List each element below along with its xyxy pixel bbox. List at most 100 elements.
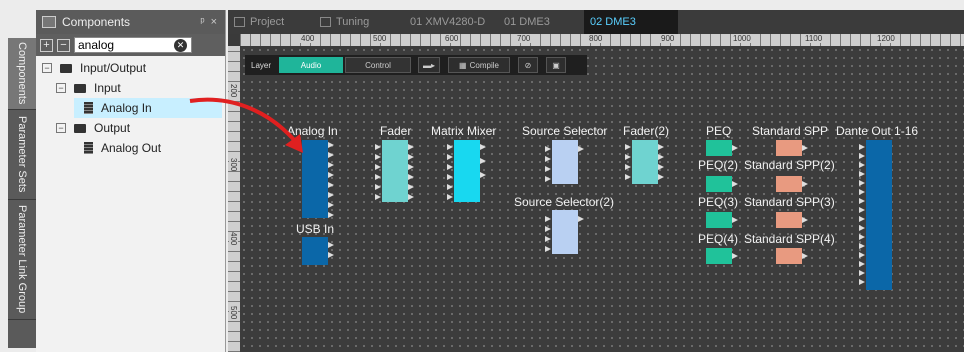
tree-item-analog-out[interactable]: Analog Out (84, 138, 161, 158)
tab-01-dme3[interactable]: 01 DME3 (498, 10, 582, 34)
port-arrow-icon[interactable] (328, 202, 334, 208)
port-arrow-icon[interactable] (447, 154, 453, 160)
port-arrow-icon[interactable] (859, 153, 865, 159)
port-arrow-icon[interactable] (480, 158, 486, 164)
tab-parameter-sets[interactable]: Parameter Sets (8, 110, 36, 200)
port-arrow-icon[interactable] (447, 184, 453, 190)
tab-project[interactable]: Project (228, 10, 310, 34)
port-arrow-icon[interactable] (328, 142, 334, 148)
port-arrow-icon[interactable] (859, 261, 865, 267)
port-arrow-icon[interactable] (328, 242, 334, 248)
standard-spp-block[interactable] (776, 140, 802, 156)
analog-in-output-ports[interactable] (328, 142, 334, 218)
matrix-mixer-output-ports[interactable] (480, 144, 486, 178)
port-arrow-icon[interactable] (545, 226, 551, 232)
port-arrow-icon[interactable] (545, 176, 551, 182)
usb-in-output-ports[interactable] (328, 242, 334, 258)
source-selector-2-output-port[interactable] (578, 216, 584, 222)
peq-3-block[interactable] (706, 212, 732, 228)
tab-parameter-link-group[interactable]: Parameter Link Group (8, 200, 36, 320)
port-arrow-icon[interactable] (625, 154, 631, 160)
layer-control-button[interactable]: Control (345, 57, 411, 73)
port-arrow-icon[interactable] (328, 252, 334, 258)
source-selector-block[interactable] (552, 140, 578, 184)
collapse-icon[interactable]: − (42, 63, 52, 73)
dante-out-input-ports[interactable] (859, 144, 865, 285)
port-arrow-icon[interactable] (375, 144, 381, 150)
peq-4-ports[interactable] (732, 253, 738, 259)
port-arrow-icon[interactable] (859, 171, 865, 177)
source-selector-input-ports[interactable] (545, 146, 551, 182)
port-arrow-icon[interactable] (328, 162, 334, 168)
port-arrow-icon[interactable] (732, 217, 738, 223)
port-arrow-icon[interactable] (328, 182, 334, 188)
port-arrow-icon[interactable] (802, 145, 808, 151)
port-arrow-icon[interactable] (658, 164, 664, 170)
analog-in-block[interactable] (302, 140, 328, 218)
port-arrow-icon[interactable] (658, 174, 664, 180)
port-arrow-icon[interactable] (408, 184, 414, 190)
collapse-icon[interactable]: − (56, 123, 66, 133)
usb-in-block[interactable] (302, 237, 328, 265)
fader-input-ports[interactable] (375, 144, 381, 200)
port-arrow-icon[interactable] (625, 164, 631, 170)
port-arrow-icon[interactable] (408, 144, 414, 150)
tab-tuning[interactable]: Tuning (314, 10, 400, 34)
peq-2-block[interactable] (706, 176, 732, 192)
tree-item-output[interactable]: − Output (56, 118, 130, 138)
tree-item-analog-in[interactable]: Analog In (74, 98, 222, 118)
fader-block[interactable] (382, 140, 408, 202)
port-arrow-icon[interactable] (447, 194, 453, 200)
source-selector-2-block[interactable] (552, 210, 578, 254)
design-canvas[interactable]: 400 500 600 700 800 900 1000 1100 1200 2… (228, 34, 964, 352)
tab-01-xmv4280-d[interactable]: 01 XMV4280-D (404, 10, 496, 34)
compile-button[interactable]: ▦ Compile (448, 57, 510, 73)
standard-spp-ports[interactable] (802, 145, 808, 151)
port-arrow-icon[interactable] (408, 154, 414, 160)
port-arrow-icon[interactable] (447, 174, 453, 180)
connect-icon[interactable]: ▬▸ (418, 57, 440, 73)
standard-spp-4-block[interactable] (776, 248, 802, 264)
port-arrow-icon[interactable] (859, 144, 865, 150)
fader-2-block[interactable] (632, 140, 658, 184)
port-arrow-icon[interactable] (732, 253, 738, 259)
port-arrow-icon[interactable] (408, 194, 414, 200)
tab-02-dme3[interactable]: 02 DME3 (584, 10, 678, 34)
standard-spp-3-block[interactable] (776, 212, 802, 228)
peq-block[interactable] (706, 140, 732, 156)
port-arrow-icon[interactable] (545, 156, 551, 162)
collapse-all-button[interactable]: − (57, 38, 70, 52)
grid-snap-icon[interactable]: ▣ (546, 57, 566, 73)
port-arrow-icon[interactable] (732, 145, 738, 151)
fader-2-output-ports[interactable] (658, 144, 664, 180)
port-arrow-icon[interactable] (658, 154, 664, 160)
collapse-icon[interactable]: − (56, 83, 66, 93)
port-arrow-icon[interactable] (859, 198, 865, 204)
port-arrow-icon[interactable] (802, 181, 808, 187)
port-arrow-icon[interactable] (859, 189, 865, 195)
standard-spp-2-block[interactable] (776, 176, 802, 192)
peq-ports[interactable] (732, 145, 738, 151)
port-arrow-icon[interactable] (408, 164, 414, 170)
port-arrow-icon[interactable] (625, 144, 631, 150)
fader-2-input-ports[interactable] (625, 144, 631, 180)
port-arrow-icon[interactable] (625, 174, 631, 180)
matrix-mixer-block[interactable] (454, 140, 480, 202)
port-arrow-icon[interactable] (859, 279, 865, 285)
fader-output-ports[interactable] (408, 144, 414, 200)
port-arrow-icon[interactable] (408, 174, 414, 180)
peq-4-block[interactable] (706, 248, 732, 264)
tab-components[interactable]: Components (8, 38, 36, 110)
port-arrow-icon[interactable] (859, 216, 865, 222)
port-arrow-icon[interactable] (447, 144, 453, 150)
standard-spp-3-ports[interactable] (802, 217, 808, 223)
port-arrow-icon[interactable] (545, 216, 551, 222)
port-arrow-icon[interactable] (732, 181, 738, 187)
port-arrow-icon[interactable] (859, 207, 865, 213)
port-arrow-icon[interactable] (859, 180, 865, 186)
port-arrow-icon[interactable] (375, 194, 381, 200)
port-arrow-icon[interactable] (375, 174, 381, 180)
port-arrow-icon[interactable] (859, 234, 865, 240)
port-arrow-icon[interactable] (447, 164, 453, 170)
source-selector-2-input-ports[interactable] (545, 216, 551, 252)
